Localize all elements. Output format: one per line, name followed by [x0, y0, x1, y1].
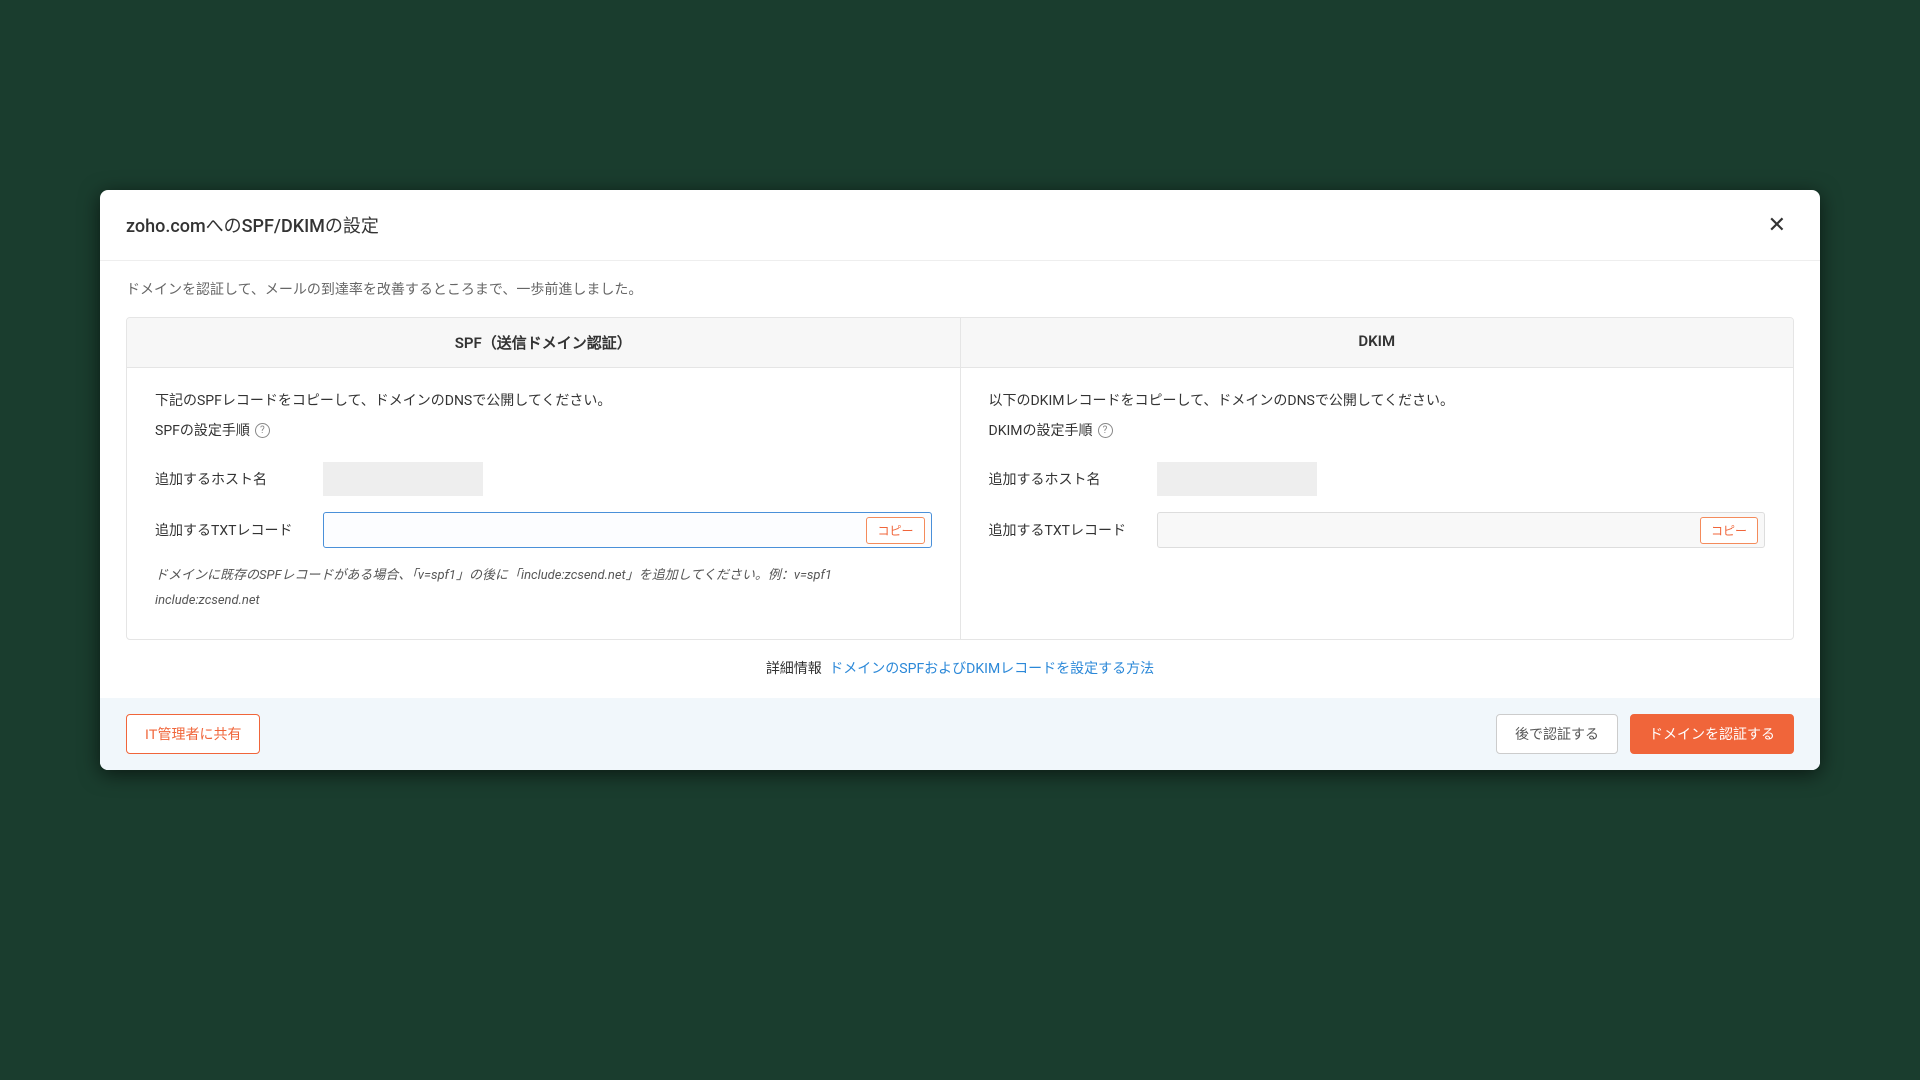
details-row: 詳細情報 ドメインのSPFおよびDKIMレコードを設定する方法	[126, 640, 1794, 698]
dkim-copy-button[interactable]: コピー	[1700, 517, 1758, 544]
spf-host-label: 追加するホスト名	[155, 469, 323, 489]
spf-dkim-modal: zoho.comへのSPF/DKIMの設定 ✕ ドメインを認証して、メールの到達…	[100, 190, 1820, 770]
spf-instruction: 下記のSPFレコードをコピーして、ドメインのDNSで公開してください。	[155, 390, 932, 410]
dkim-host-value[interactable]	[1157, 462, 1317, 496]
dkim-host-row: 追加するホスト名	[989, 462, 1766, 496]
modal-footer: IT管理者に共有 後で認証する ドメインを認証する	[100, 698, 1820, 770]
help-icon: ?	[255, 423, 270, 438]
spf-host-row: 追加するホスト名	[155, 462, 932, 496]
records-table: SPF（送信ドメイン認証） DKIM 下記のSPFレコードをコピーして、ドメイン…	[126, 317, 1794, 640]
spf-steps-label: SPFの設定手順	[155, 420, 250, 440]
dkim-txt-row: 追加するTXTレコード コピー	[989, 512, 1766, 548]
spf-header: SPF（送信ドメイン認証）	[127, 318, 961, 367]
verify-later-button[interactable]: 後で認証する	[1496, 714, 1618, 754]
dkim-steps-link[interactable]: DKIMの設定手順 ?	[989, 420, 1113, 440]
dkim-txt-field[interactable]: コピー	[1157, 512, 1766, 548]
table-body: 下記のSPFレコードをコピーして、ドメインのDNSで公開してください。 SPFの…	[127, 368, 1793, 639]
dkim-txt-label: 追加するTXTレコード	[989, 520, 1157, 540]
modal-title: zoho.comへのSPF/DKIMの設定	[126, 212, 379, 238]
dkim-host-label: 追加するホスト名	[989, 469, 1157, 489]
spf-steps-link[interactable]: SPFの設定手順 ?	[155, 420, 270, 440]
table-header-row: SPF（送信ドメイン認証） DKIM	[127, 318, 1793, 368]
spf-txt-label: 追加するTXTレコード	[155, 520, 323, 540]
spf-txt-row: 追加するTXTレコード コピー	[155, 512, 932, 548]
help-icon: ?	[1098, 423, 1113, 438]
spf-note: ドメインに既存のSPFレコードがある場合、「v=spf1」の後に「include…	[155, 564, 932, 613]
dkim-header: DKIM	[961, 318, 1794, 367]
footer-right: 後で認証する ドメインを認証する	[1496, 714, 1794, 754]
dkim-steps-label: DKIMの設定手順	[989, 420, 1093, 440]
close-icon: ✕	[1768, 212, 1786, 237]
close-button[interactable]: ✕	[1760, 208, 1794, 242]
spf-column: 下記のSPFレコードをコピーして、ドメインのDNSで公開してください。 SPFの…	[127, 368, 961, 639]
details-link[interactable]: ドメインのSPFおよびDKIMレコードを設定する方法	[829, 661, 1154, 677]
share-it-admin-button[interactable]: IT管理者に共有	[126, 714, 260, 754]
modal-header: zoho.comへのSPF/DKIMの設定 ✕	[100, 190, 1820, 261]
spf-copy-button[interactable]: コピー	[866, 517, 924, 544]
dkim-column: 以下のDKIMレコードをコピーして、ドメインのDNSで公開してください。 DKI…	[961, 368, 1794, 639]
intro-text: ドメインを認証して、メールの到達率を改善するところまで、一歩前進しました。	[126, 279, 1794, 299]
dkim-instruction: 以下のDKIMレコードをコピーして、ドメインのDNSで公開してください。	[989, 390, 1766, 410]
details-label: 詳細情報	[766, 661, 822, 677]
spf-host-value[interactable]	[323, 462, 483, 496]
spf-txt-field[interactable]: コピー	[323, 512, 932, 548]
verify-domain-button[interactable]: ドメインを認証する	[1630, 714, 1794, 754]
modal-body: ドメインを認証して、メールの到達率を改善するところまで、一歩前進しました。 SP…	[100, 261, 1820, 698]
